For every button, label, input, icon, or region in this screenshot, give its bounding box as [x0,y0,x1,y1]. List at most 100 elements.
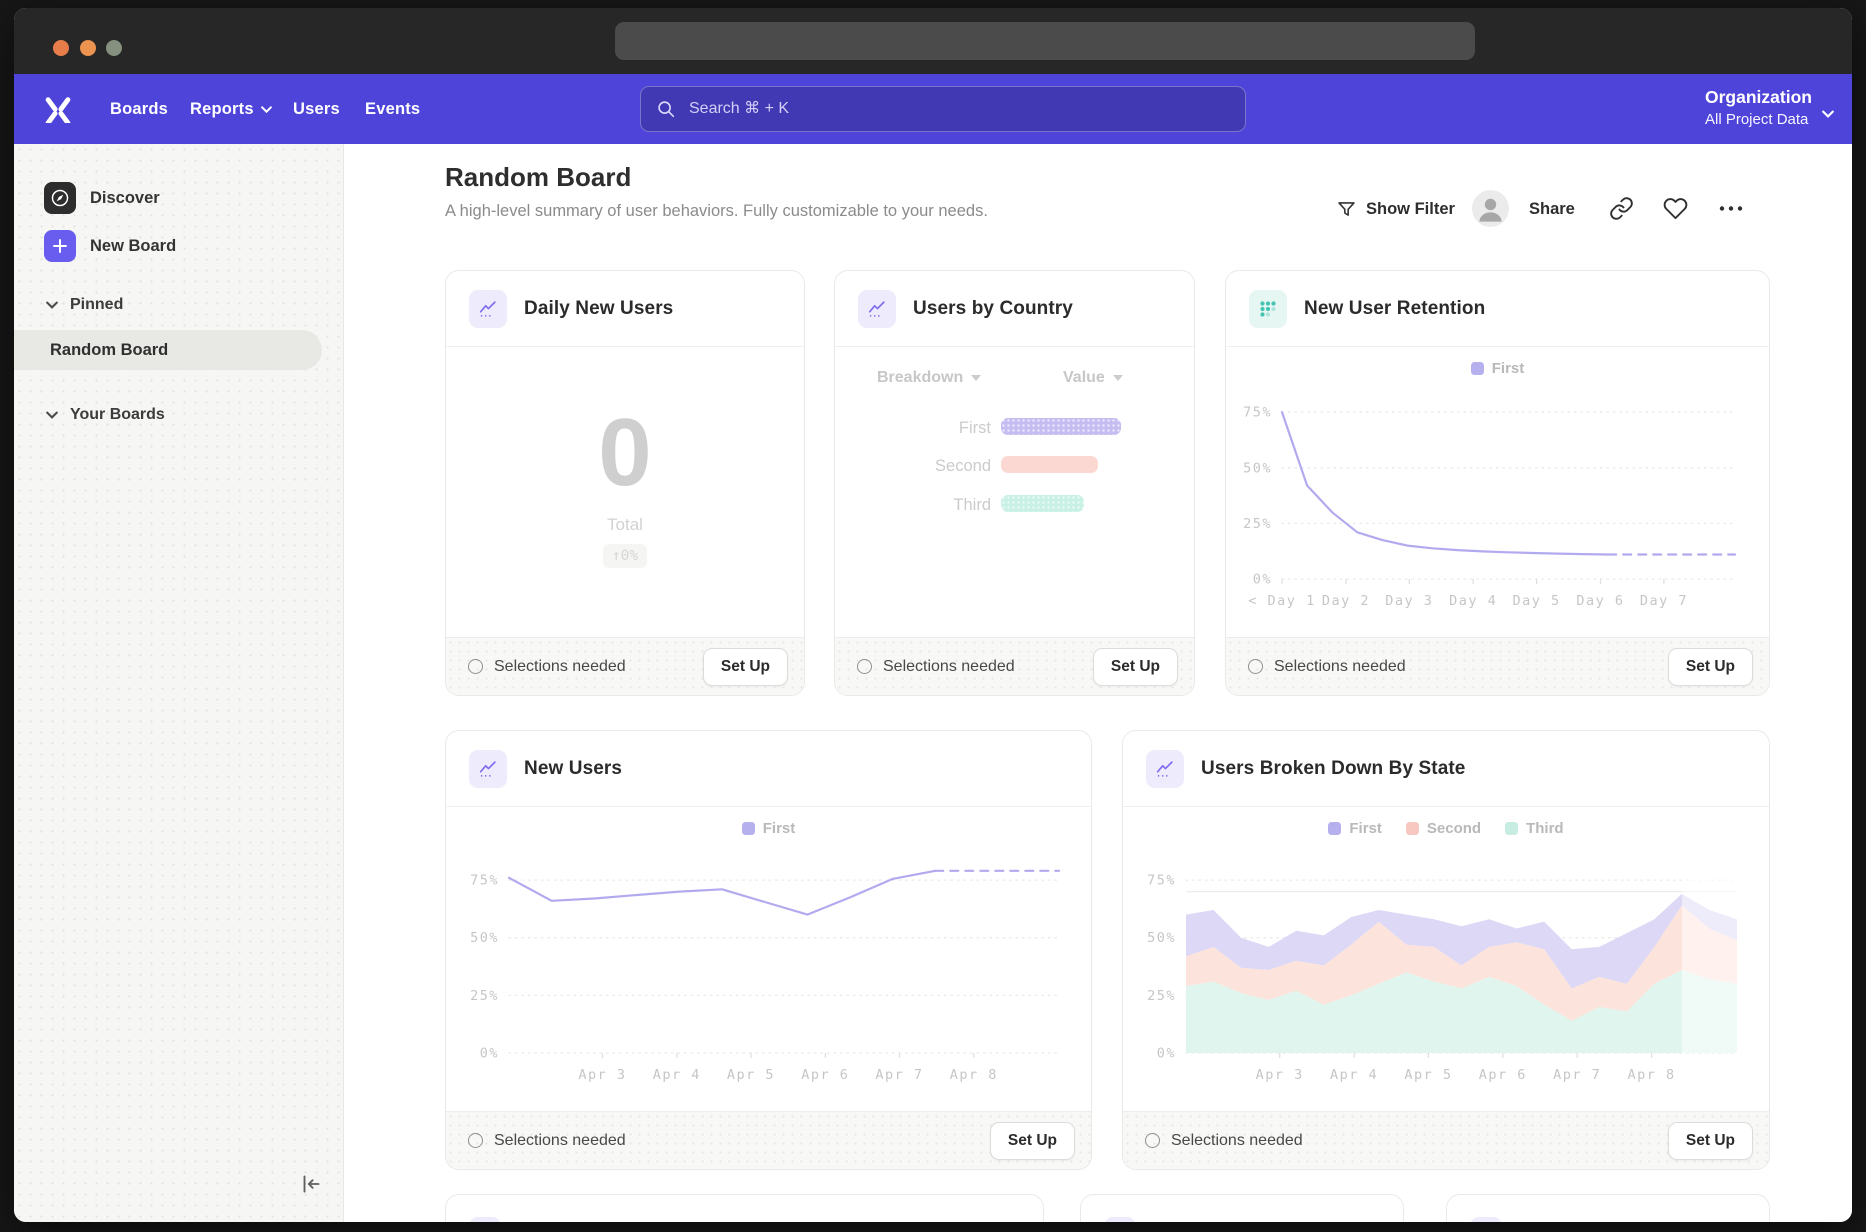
share-button[interactable]: Share [1529,192,1575,226]
zoom-button[interactable] [106,40,122,56]
set-up-button[interactable]: Set Up [1093,648,1178,686]
line-chart-icon [858,290,896,328]
card-title: New User Retention [1304,298,1485,320]
set-up-button[interactable]: Set Up [990,1122,1075,1160]
set-up-button[interactable]: Set Up [703,648,788,686]
caret-down-icon [1113,375,1123,381]
close-button[interactable] [53,40,69,56]
svg-text:Apr 5: Apr 5 [1404,1067,1452,1083]
value-column-header[interactable]: Value [1063,369,1123,387]
chevron-down-icon[interactable] [1822,105,1834,123]
nav-item-boards[interactable]: Boards [110,74,168,144]
card-footer: Selections needed Set Up [1123,1111,1769,1169]
compass-icon [44,182,76,214]
line-chart-icon [1146,750,1184,788]
copy-link-icon[interactable] [1609,196,1634,226]
favorite-heart-icon[interactable] [1663,196,1688,226]
nav-item-users[interactable]: Users [293,74,340,144]
svg-text:Apr 7: Apr 7 [875,1067,923,1083]
metric-delta: ↑0% [603,544,647,568]
card-footer: Selections needed Set Up [446,637,804,695]
row-label: Third [871,496,991,515]
svg-text:Apr 8: Apr 8 [950,1067,998,1083]
value-bar [1001,495,1084,512]
breakdown-column-header[interactable]: Breakdown [877,369,981,387]
address-bar[interactable] [615,22,1475,60]
sidebar-section-pinned[interactable]: Pinned [46,296,123,314]
sidebar-item-random-board[interactable]: Random Board [14,330,322,370]
svg-text:50%: 50% [470,930,499,946]
card-new-user-retention: New User Retention First 75%50%25%0%< Da… [1225,270,1770,696]
page-subtitle: A high-level summary of user behaviors. … [445,202,988,221]
page-title: Random Board [445,162,631,193]
svg-text:Apr 4: Apr 4 [1330,1067,1378,1083]
legend-swatch-first [742,822,755,835]
status-text: Selections needed [883,658,1093,676]
minimize-button[interactable] [80,40,96,56]
svg-text:Apr 8: Apr 8 [1628,1067,1676,1083]
card-title: Daily New Users [524,298,673,320]
chart-legend: First Second Third [1123,815,1769,841]
card-daily-new-users: Daily New Users 0 Total ↑0% Selections n… [445,270,805,696]
set-up-button[interactable]: Set Up [1668,1122,1753,1160]
search-icon [655,98,677,120]
nav-item-reports[interactable]: Reports [190,74,272,144]
more-options-icon[interactable] [1716,196,1746,226]
svg-text:25%: 25% [1243,516,1272,532]
line-chart-icon [469,750,507,788]
sidebar-section-your-boards[interactable]: Your Boards [46,406,165,424]
show-filter-button[interactable]: Show Filter [1336,192,1455,226]
card-users-by-country: Users by Country Breakdown Value First S… [834,270,1195,696]
top-navbar: Boards Reports Users Events [14,74,1852,144]
status-circle-icon [468,659,483,674]
org-switcher[interactable]: Organization All Project Data [1705,84,1812,130]
retention-chart: 75%50%25%0%< Day 1Day 2Day 3Day 4Day 5Da… [1234,381,1761,631]
svg-text:0%: 0% [480,1046,499,1062]
svg-text:Day 7: Day 7 [1640,593,1688,609]
nav-item-events[interactable]: Events [365,74,420,144]
stacked-area-chart: 75%50%25%0%Apr 3Apr 4Apr 5Apr 6Apr 7Apr … [1131,841,1761,1105]
svg-text:0%: 0% [1157,1046,1176,1062]
metric-body: 0 Total ↑0% [446,347,804,639]
svg-text:50%: 50% [1147,930,1176,946]
chevron-down-icon [46,301,58,309]
svg-text:25%: 25% [470,988,499,1004]
avatar[interactable] [1472,190,1509,227]
metric-value: 0 [598,405,651,501]
global-search[interactable] [640,86,1246,132]
line-chart-icon [469,1217,501,1222]
svg-text:Day 5: Day 5 [1513,593,1561,609]
card-header: New Users [446,731,1091,807]
svg-text:Day 2: Day 2 [1322,593,1370,609]
window-titlebar [14,8,1852,74]
card-title: Users Broken Down By State [1201,758,1465,780]
search-input[interactable] [687,99,1245,119]
sidebar-item-discover[interactable]: Discover [44,182,160,214]
value-bar [1001,418,1121,435]
mixpanel-logo[interactable] [44,95,72,123]
retention-grid-icon [1249,290,1287,328]
legend-swatch-first [1471,362,1484,375]
plus-icon [44,230,76,262]
set-up-button[interactable]: Set Up [1668,648,1753,686]
org-project: All Project Data [1705,110,1812,130]
legend-swatch-second [1406,822,1419,835]
svg-text:Apr 4: Apr 4 [653,1067,701,1083]
card-header: Users Broken Down By State [1123,731,1769,807]
chevron-down-icon [261,106,272,113]
sidebar-item-new-board[interactable]: New Board [44,230,176,262]
svg-text:Apr 6: Apr 6 [801,1067,849,1083]
status-text: Selections needed [494,658,703,676]
collapse-sidebar-icon[interactable] [298,1171,324,1202]
svg-text:Day 3: Day 3 [1385,593,1433,609]
new-users-chart: 75%50%25%0%Apr 3Apr 4Apr 5Apr 6Apr 7Apr … [454,841,1083,1105]
value-bar [1001,456,1098,473]
svg-text:75%: 75% [1243,405,1272,421]
status-circle-icon [1248,659,1263,674]
svg-text:Apr 3: Apr 3 [1256,1067,1304,1083]
card-title: New Users [524,758,622,780]
metric-label: Total [607,515,643,535]
svg-text:75%: 75% [470,873,499,889]
card-footer: Selections needed Set Up [835,637,1194,695]
svg-text:Day 6: Day 6 [1576,593,1624,609]
